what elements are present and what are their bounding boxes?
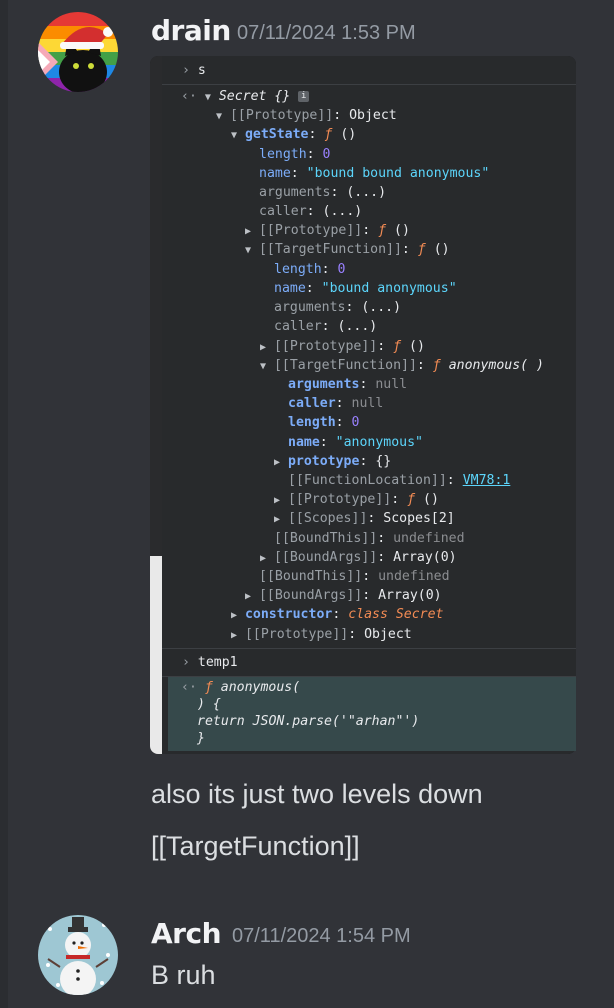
result-line: }	[197, 731, 205, 746]
result-line: ‹· ƒ anonymous(	[181, 680, 301, 695]
function-location-link[interactable]: VM78:1	[463, 473, 511, 488]
console-divider	[162, 648, 576, 649]
tree-line: [[FunctionLocation]]: VM78:1	[288, 473, 511, 488]
tree-line: [[BoundThis]]: undefined	[259, 569, 450, 584]
console-result-secret: ‹· ▼ Secret {} i	[181, 88, 310, 107]
tree-line: arguments: (...)	[274, 300, 402, 315]
message-text: B ruh	[151, 960, 216, 990]
result-line: ) {	[197, 697, 221, 712]
tree-line: [[BoundThis]]: undefined	[274, 531, 465, 546]
message-timestamp: 07/11/2024 1:54 PM	[232, 925, 411, 947]
drain-avatar[interactable]	[38, 12, 118, 92]
tree-line: arguments: null	[288, 377, 408, 392]
tree-line: caller: null	[288, 396, 384, 411]
tree-line: ▼ [[Prototype]]: Object	[216, 108, 397, 123]
tree-line: ▶ [[Prototype]]: ƒ ()	[245, 223, 410, 238]
message-text: [[TargetFunction]]	[151, 831, 360, 861]
tree-line: name: "bound anonymous"	[274, 281, 457, 296]
tree-line: ▼ [[TargetFunction]]: ƒ ()	[245, 242, 450, 257]
author-name[interactable]: Arch	[151, 917, 222, 950]
tree-line: name: "bound bound anonymous"	[259, 166, 490, 181]
message-timestamp: 07/11/2024 1:53 PM	[237, 22, 416, 44]
tree-line: ▶ constructor: class Secret	[231, 607, 444, 622]
tree-line: ▼ [[TargetFunction]]: ƒ anonymous( )	[260, 358, 544, 373]
tree-line: length: 0	[259, 147, 331, 162]
tree-line: ▶ [[Prototype]]: Object	[231, 627, 412, 642]
tree-line: ▶ [[BoundArgs]]: Array(0)	[260, 550, 457, 565]
tree-line: length: 0	[288, 415, 360, 430]
tree-line: arguments: (...)	[259, 185, 387, 200]
result-line: return JSON.parse('"arhan"')	[197, 714, 420, 729]
tree-line: caller: (...)	[274, 319, 378, 334]
arch-avatar[interactable]	[38, 915, 118, 995]
tree-line: ▶ prototype: {}	[274, 454, 392, 469]
tree-line: name: "anonymous"	[288, 435, 423, 450]
tree-line: ▼ getState: ƒ ()	[231, 127, 357, 142]
console-divider	[162, 84, 576, 85]
drain-avatar-icon	[38, 12, 118, 92]
snowman-avatar-icon	[38, 915, 118, 995]
tree-line: ▶ [[BoundArgs]]: Array(0)	[245, 588, 442, 603]
tree-line: length: 0	[274, 262, 346, 277]
info-icon: i	[298, 90, 310, 102]
tree-line: ▶ [[Prototype]]: ƒ ()	[274, 492, 439, 507]
console-input-line: › temp1	[182, 655, 238, 670]
author-name[interactable]: drain	[151, 14, 231, 47]
tree-line: ▶ [[Prototype]]: ƒ ()	[260, 339, 425, 354]
tree-line: caller: (...)	[259, 204, 363, 219]
left-edge	[0, 0, 8, 1008]
console-input-line: › s	[182, 63, 206, 78]
tree-line: ▶ [[Scopes]]: Scopes[2]	[274, 511, 455, 526]
scrollbar-thumb	[150, 556, 162, 754]
message-text: also its just two levels down	[151, 779, 483, 809]
